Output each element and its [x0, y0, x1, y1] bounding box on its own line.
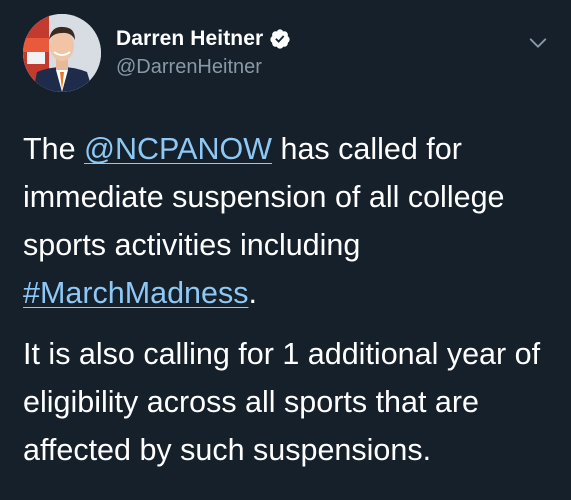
- chevron-down-icon[interactable]: [527, 32, 549, 54]
- author-handle[interactable]: @DarrenHeitner: [116, 56, 262, 79]
- author-name-row[interactable]: Darren Heitner: [116, 26, 291, 52]
- tweet-card: Darren Heitner @DarrenHeitner The @NCPAN…: [0, 0, 571, 500]
- mention-link[interactable]: @NCPANOW: [84, 132, 272, 166]
- avatar[interactable]: [23, 14, 101, 92]
- avatar-image: [23, 14, 101, 92]
- tweet-text-paragraph-1: The @NCPANOW has called for immediate su…: [23, 125, 553, 317]
- tweet-text-prefix: The: [23, 132, 85, 166]
- verified-badge-icon: [270, 29, 290, 49]
- hashtag-link[interactable]: #MarchMadness: [23, 276, 248, 310]
- tweet-text-paragraph-2: It is also calling for 1 additional year…: [23, 337, 541, 467]
- tweet-text-end: .: [248, 276, 257, 310]
- author-display-name[interactable]: Darren Heitner: [116, 27, 263, 51]
